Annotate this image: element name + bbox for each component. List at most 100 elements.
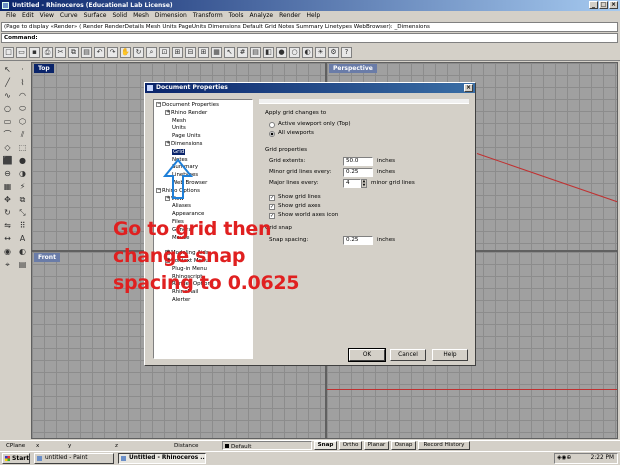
zoom-icon[interactable]: ⌕: [146, 47, 157, 58]
cplane-icon[interactable]: ▦: [211, 47, 222, 58]
render-icon[interactable]: ◐: [302, 47, 313, 58]
radio-button[interactable]: [269, 121, 275, 128]
major-lines-input[interactable]: 4: [343, 179, 361, 188]
menu-help[interactable]: Help: [303, 11, 323, 21]
tree-item[interactable]: Alerter: [156, 297, 250, 305]
minimize-button[interactable]: _: [589, 1, 598, 9]
minor-grid-input[interactable]: 0.25: [343, 168, 373, 177]
wireframe-icon[interactable]: ○: [289, 47, 300, 58]
properties-icon[interactable]: ◧: [263, 47, 274, 58]
checkbox-checked[interactable]: ✓: [269, 194, 275, 201]
line-icon[interactable]: ╱: [1, 77, 14, 89]
checkbox-checked[interactable]: ✓: [269, 203, 275, 210]
snap-toggle[interactable]: Snap: [314, 441, 337, 450]
box-icon[interactable]: ⬛: [1, 155, 14, 167]
save-icon[interactable]: ▪: [29, 47, 40, 58]
snap-tool-icon[interactable]: ⌖: [1, 259, 14, 271]
grid-extents-input[interactable]: 50.0: [343, 157, 373, 166]
planar-toggle[interactable]: Planar: [364, 441, 389, 450]
menu-mesh[interactable]: Mesh: [130, 11, 152, 21]
fillet-icon[interactable]: ⌒: [1, 129, 14, 141]
move-icon[interactable]: ✥: [1, 194, 14, 206]
four-viewports-icon[interactable]: ⊞: [198, 47, 209, 58]
menu-surface[interactable]: Surface: [81, 11, 110, 21]
tree-item[interactable]: −Document Properties: [156, 102, 250, 110]
radio-all-viewports[interactable]: All viewports: [269, 129, 314, 138]
new-file-icon[interactable]: □: [3, 47, 14, 58]
select-arrow-icon[interactable]: ↖: [1, 64, 14, 76]
polygon-icon[interactable]: ⬡: [16, 116, 29, 128]
menu-render[interactable]: Render: [276, 11, 303, 21]
layer-selector[interactable]: Default: [222, 441, 312, 450]
mirror-icon[interactable]: ⇋: [1, 220, 14, 232]
cylinder-icon[interactable]: ⊖: [1, 168, 14, 180]
select-icon[interactable]: ↖: [224, 47, 235, 58]
menu-dimension[interactable]: Dimension: [152, 11, 190, 21]
shade-icon[interactable]: ●: [276, 47, 287, 58]
print-icon[interactable]: ⎙: [42, 47, 53, 58]
expand-icon[interactable]: +: [165, 109, 170, 115]
show-grid-lines-checkbox[interactable]: ✓ Show grid lines: [269, 193, 321, 202]
undo-icon[interactable]: ↶: [94, 47, 105, 58]
tree-item[interactable]: Page Units: [156, 133, 250, 141]
help-button[interactable]: Help: [432, 349, 468, 361]
polyline-icon[interactable]: ⌇: [16, 77, 29, 89]
command-line[interactable]: Command:: [1, 33, 618, 43]
record-history-toggle[interactable]: Record History: [418, 441, 470, 450]
help-icon[interactable]: ?: [341, 47, 352, 58]
tree-item[interactable]: Grid: [156, 148, 250, 157]
taskbar-paint[interactable]: untitled - Paint: [34, 453, 114, 464]
dialog-close-button[interactable]: ×: [464, 84, 473, 92]
pan-icon[interactable]: ✋: [120, 47, 131, 58]
tree-item[interactable]: Aliases: [156, 203, 250, 211]
sphere-icon[interactable]: ●: [16, 155, 29, 167]
cancel-button[interactable]: Cancel: [390, 349, 426, 361]
maximize-button[interactable]: □: [599, 1, 608, 9]
offset-icon[interactable]: ⫽: [16, 129, 29, 141]
ok-button[interactable]: OK: [348, 348, 386, 362]
array-icon[interactable]: ⠿: [16, 220, 29, 232]
cut-icon[interactable]: ✂: [55, 47, 66, 58]
surface-icon[interactable]: ◇: [1, 142, 14, 154]
mesh-icon[interactable]: ▦: [1, 181, 14, 193]
analyze-icon[interactable]: ◉: [1, 246, 14, 258]
ortho-toggle[interactable]: Ortho: [339, 441, 362, 450]
render-tool-icon[interactable]: ◐: [16, 246, 29, 258]
boolean-icon[interactable]: ◑: [16, 168, 29, 180]
window-title-bar[interactable]: Untitled - Rhinoceros (Educational Lab L…: [0, 0, 620, 11]
zoom-extents-icon[interactable]: ⊞: [172, 47, 183, 58]
grid-icon[interactable]: #: [237, 47, 248, 58]
menu-file[interactable]: File: [3, 11, 19, 21]
tree-item[interactable]: +Dimensions: [156, 140, 250, 149]
tree-item[interactable]: Units: [156, 125, 250, 133]
radio-button-checked[interactable]: [269, 130, 275, 137]
rotate-icon[interactable]: ↻: [1, 207, 14, 219]
tree-item[interactable]: Mesh: [156, 118, 250, 126]
split-icon[interactable]: ⚡: [16, 181, 29, 193]
show-grid-axes-checkbox[interactable]: ✓ Show grid axes: [269, 202, 321, 211]
menu-analyze[interactable]: Analyze: [246, 11, 276, 21]
expand-icon[interactable]: +: [165, 140, 170, 146]
collapse-icon[interactable]: −: [156, 102, 161, 107]
menu-edit[interactable]: Edit: [19, 11, 37, 21]
osnap-toggle[interactable]: Osnap: [391, 441, 416, 450]
text-icon[interactable]: A: [16, 233, 29, 245]
layer-tool-icon[interactable]: ▤: [16, 259, 29, 271]
circle-icon[interactable]: ○: [1, 103, 14, 115]
major-lines-spinner[interactable]: ▲ ▼: [361, 179, 367, 188]
zoom-selected-icon[interactable]: ⊟: [185, 47, 196, 58]
redo-icon[interactable]: ↷: [107, 47, 118, 58]
paste-icon[interactable]: ▤: [81, 47, 92, 58]
menu-solid[interactable]: Solid: [109, 11, 130, 21]
layer-icon[interactable]: ▤: [250, 47, 261, 58]
radio-active-viewport[interactable]: Active viewport only (Top): [269, 120, 351, 129]
scale-icon[interactable]: ⤡: [16, 207, 29, 219]
dimension-icon[interactable]: ↔: [1, 233, 14, 245]
light-icon[interactable]: ☀: [315, 47, 326, 58]
open-file-icon[interactable]: ▭: [16, 47, 27, 58]
viewport-label-top[interactable]: Top: [34, 64, 54, 73]
menu-tools[interactable]: Tools: [226, 11, 247, 21]
taskbar-rhinoceros[interactable]: Untitled - Rhinoceros ...: [118, 453, 206, 464]
arc-icon[interactable]: ◠: [16, 90, 29, 102]
options-icon[interactable]: ⚙: [328, 47, 339, 58]
